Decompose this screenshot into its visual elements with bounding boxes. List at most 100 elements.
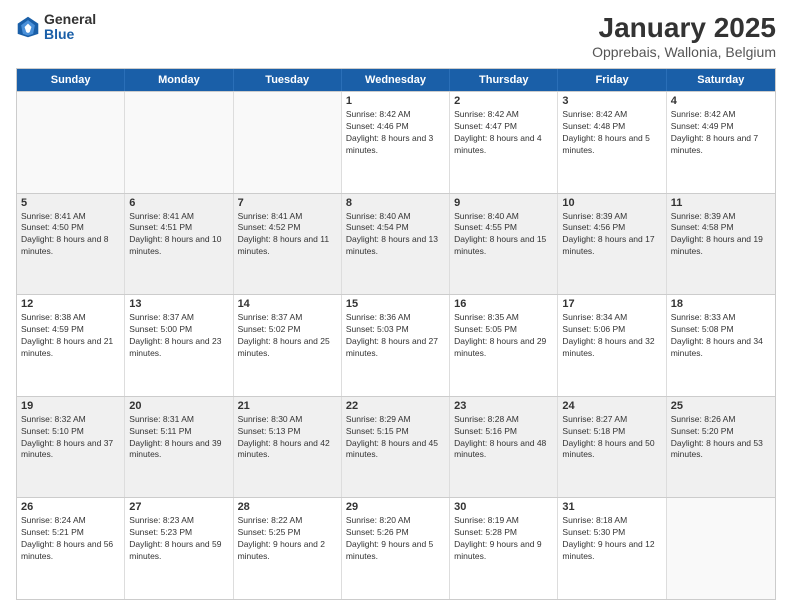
cell-info-25: Sunrise: 8:26 AM Sunset: 5:20 PM Dayligh… <box>671 414 771 462</box>
cell-info-6: Sunrise: 8:41 AM Sunset: 4:51 PM Dayligh… <box>129 211 228 259</box>
calendar-body: 1 Sunrise: 8:42 AM Sunset: 4:46 PM Daylig… <box>17 91 775 599</box>
cal-cell-0-5: 3 Sunrise: 8:42 AM Sunset: 4:48 PM Daylig… <box>558 92 666 193</box>
cell-info-19: Sunrise: 8:32 AM Sunset: 5:10 PM Dayligh… <box>21 414 120 462</box>
day-number-10: 10 <box>562 197 661 209</box>
cell-info-22: Sunrise: 8:29 AM Sunset: 5:15 PM Dayligh… <box>346 414 445 462</box>
cell-info-2: Sunrise: 8:42 AM Sunset: 4:47 PM Dayligh… <box>454 109 553 157</box>
day-number-16: 16 <box>454 298 553 310</box>
cal-cell-0-0 <box>17 92 125 193</box>
day-number-25: 25 <box>671 400 771 412</box>
cell-info-24: Sunrise: 8:27 AM Sunset: 5:18 PM Dayligh… <box>562 414 661 462</box>
cal-cell-1-5: 10 Sunrise: 8:39 AM Sunset: 4:56 PM Dayli… <box>558 194 666 295</box>
cal-cell-1-3: 8Sunrise: 8:40 AM Sunset: 4:54 PM Daylig… <box>342 194 450 295</box>
cal-cell-4-4: 30Sunrise: 8:19 AM Sunset: 5:28 PM Dayli… <box>450 498 558 599</box>
week-row-3: 19 Sunrise: 8:32 AM Sunset: 5:10 PM Dayli… <box>17 396 775 498</box>
calendar-subtitle: Opprebais, Wallonia, Belgium <box>592 44 776 60</box>
week-row-2: 12Sunrise: 8:38 AM Sunset: 4:59 PM Dayli… <box>17 294 775 396</box>
calendar-header: Sunday Monday Tuesday Wednesday Thursday… <box>17 69 775 91</box>
day-number-20: 20 <box>129 400 228 412</box>
day-number-27: 27 <box>129 501 228 513</box>
cal-cell-3-1: 20 Sunrise: 8:31 AM Sunset: 5:11 PM Dayli… <box>125 397 233 498</box>
cal-cell-1-0: 5 Sunrise: 8:41 AM Sunset: 4:50 PM Daylig… <box>17 194 125 295</box>
cal-cell-1-2: 7Sunrise: 8:41 AM Sunset: 4:52 PM Daylig… <box>234 194 342 295</box>
day-number-14: 14 <box>238 298 337 310</box>
cal-cell-1-6: 11Sunrise: 8:39 AM Sunset: 4:58 PM Dayli… <box>667 194 775 295</box>
day-number-13: 13 <box>129 298 228 310</box>
cell-info-23: Sunrise: 8:28 AM Sunset: 5:16 PM Dayligh… <box>454 414 553 462</box>
header-friday: Friday <box>558 69 666 91</box>
cal-cell-4-6 <box>667 498 775 599</box>
cal-cell-3-2: 21 Sunrise: 8:30 AM Sunset: 5:13 PM Dayli… <box>234 397 342 498</box>
cal-cell-4-3: 29 Sunrise: 8:20 AM Sunset: 5:26 PM Dayli… <box>342 498 450 599</box>
calendar-title: January 2025 <box>592 12 776 44</box>
header-sunday: Sunday <box>17 69 125 91</box>
day-number-24: 24 <box>562 400 661 412</box>
cal-cell-0-6: 4Sunrise: 8:42 AM Sunset: 4:49 PM Daylig… <box>667 92 775 193</box>
cell-info-5: Sunrise: 8:41 AM Sunset: 4:50 PM Dayligh… <box>21 211 120 259</box>
logo-icon <box>16 15 40 39</box>
cell-info-3: Sunrise: 8:42 AM Sunset: 4:48 PM Dayligh… <box>562 109 661 157</box>
cell-info-8: Sunrise: 8:40 AM Sunset: 4:54 PM Dayligh… <box>346 211 445 259</box>
cell-info-13: Sunrise: 8:37 AM Sunset: 5:00 PM Dayligh… <box>129 312 228 360</box>
day-number-29: 29 <box>346 501 445 513</box>
week-row-1: 5 Sunrise: 8:41 AM Sunset: 4:50 PM Daylig… <box>17 193 775 295</box>
cal-cell-4-0: 26 Sunrise: 8:24 AM Sunset: 5:21 PM Dayli… <box>17 498 125 599</box>
header: General Blue January 2025 Opprebais, Wal… <box>16 12 776 60</box>
cell-info-4: Sunrise: 8:42 AM Sunset: 4:49 PM Dayligh… <box>671 109 771 157</box>
cal-cell-2-3: 15Sunrise: 8:36 AM Sunset: 5:03 PM Dayli… <box>342 295 450 396</box>
header-thursday: Thursday <box>450 69 558 91</box>
cal-cell-3-4: 23 Sunrise: 8:28 AM Sunset: 5:16 PM Dayli… <box>450 397 558 498</box>
cal-cell-0-1 <box>125 92 233 193</box>
cal-cell-0-3: 1 Sunrise: 8:42 AM Sunset: 4:46 PM Daylig… <box>342 92 450 193</box>
header-monday: Monday <box>125 69 233 91</box>
day-number-11: 11 <box>671 197 771 209</box>
day-number-19: 19 <box>21 400 120 412</box>
cell-info-26: Sunrise: 8:24 AM Sunset: 5:21 PM Dayligh… <box>21 515 120 563</box>
cell-info-16: Sunrise: 8:35 AM Sunset: 5:05 PM Dayligh… <box>454 312 553 360</box>
cal-cell-2-6: 18 Sunrise: 8:33 AM Sunset: 5:08 PM Dayli… <box>667 295 775 396</box>
day-number-21: 21 <box>238 400 337 412</box>
calendar: Sunday Monday Tuesday Wednesday Thursday… <box>16 68 776 600</box>
day-number-1: 1 <box>346 95 445 107</box>
day-number-2: 2 <box>454 95 553 107</box>
day-number-9: 9 <box>454 197 553 209</box>
day-number-3: 3 <box>562 95 661 107</box>
day-number-26: 26 <box>21 501 120 513</box>
cal-cell-4-5: 31 Sunrise: 8:18 AM Sunset: 5:30 PM Dayli… <box>558 498 666 599</box>
cell-info-21: Sunrise: 8:30 AM Sunset: 5:13 PM Dayligh… <box>238 414 337 462</box>
cell-info-1: Sunrise: 8:42 AM Sunset: 4:46 PM Dayligh… <box>346 109 445 157</box>
cell-info-27: Sunrise: 8:23 AM Sunset: 5:23 PM Dayligh… <box>129 515 228 563</box>
cal-cell-0-4: 2 Sunrise: 8:42 AM Sunset: 4:47 PM Daylig… <box>450 92 558 193</box>
logo-blue-text: Blue <box>44 27 96 42</box>
day-number-31: 31 <box>562 501 661 513</box>
header-saturday: Saturday <box>667 69 775 91</box>
day-number-23: 23 <box>454 400 553 412</box>
logo-text: General Blue <box>44 12 96 43</box>
day-number-28: 28 <box>238 501 337 513</box>
cal-cell-2-5: 17Sunrise: 8:34 AM Sunset: 5:06 PM Dayli… <box>558 295 666 396</box>
cal-cell-4-2: 28 Sunrise: 8:22 AM Sunset: 5:25 PM Dayli… <box>234 498 342 599</box>
cal-cell-2-1: 13 Sunrise: 8:37 AM Sunset: 5:00 PM Dayli… <box>125 295 233 396</box>
cal-cell-4-1: 27 Sunrise: 8:23 AM Sunset: 5:23 PM Dayli… <box>125 498 233 599</box>
cal-cell-2-0: 12Sunrise: 8:38 AM Sunset: 4:59 PM Dayli… <box>17 295 125 396</box>
cell-info-15: Sunrise: 8:36 AM Sunset: 5:03 PM Dayligh… <box>346 312 445 360</box>
day-number-17: 17 <box>562 298 661 310</box>
day-number-30: 30 <box>454 501 553 513</box>
cal-cell-3-5: 24 Sunrise: 8:27 AM Sunset: 5:18 PM Dayli… <box>558 397 666 498</box>
cell-info-29: Sunrise: 8:20 AM Sunset: 5:26 PM Dayligh… <box>346 515 445 563</box>
cell-info-31: Sunrise: 8:18 AM Sunset: 5:30 PM Dayligh… <box>562 515 661 563</box>
cell-info-28: Sunrise: 8:22 AM Sunset: 5:25 PM Dayligh… <box>238 515 337 563</box>
cell-info-20: Sunrise: 8:31 AM Sunset: 5:11 PM Dayligh… <box>129 414 228 462</box>
cal-cell-0-2 <box>234 92 342 193</box>
day-number-5: 5 <box>21 197 120 209</box>
logo-general-text: General <box>44 12 96 27</box>
day-number-6: 6 <box>129 197 228 209</box>
cal-cell-3-6: 25 Sunrise: 8:26 AM Sunset: 5:20 PM Dayli… <box>667 397 775 498</box>
week-row-4: 26 Sunrise: 8:24 AM Sunset: 5:21 PM Dayli… <box>17 497 775 599</box>
cal-cell-1-1: 6 Sunrise: 8:41 AM Sunset: 4:51 PM Daylig… <box>125 194 233 295</box>
day-number-18: 18 <box>671 298 771 310</box>
cell-info-10: Sunrise: 8:39 AM Sunset: 4:56 PM Dayligh… <box>562 211 661 259</box>
page: General Blue January 2025 Opprebais, Wal… <box>0 0 792 612</box>
cell-info-18: Sunrise: 8:33 AM Sunset: 5:08 PM Dayligh… <box>671 312 771 360</box>
cal-cell-3-3: 22Sunrise: 8:29 AM Sunset: 5:15 PM Dayli… <box>342 397 450 498</box>
